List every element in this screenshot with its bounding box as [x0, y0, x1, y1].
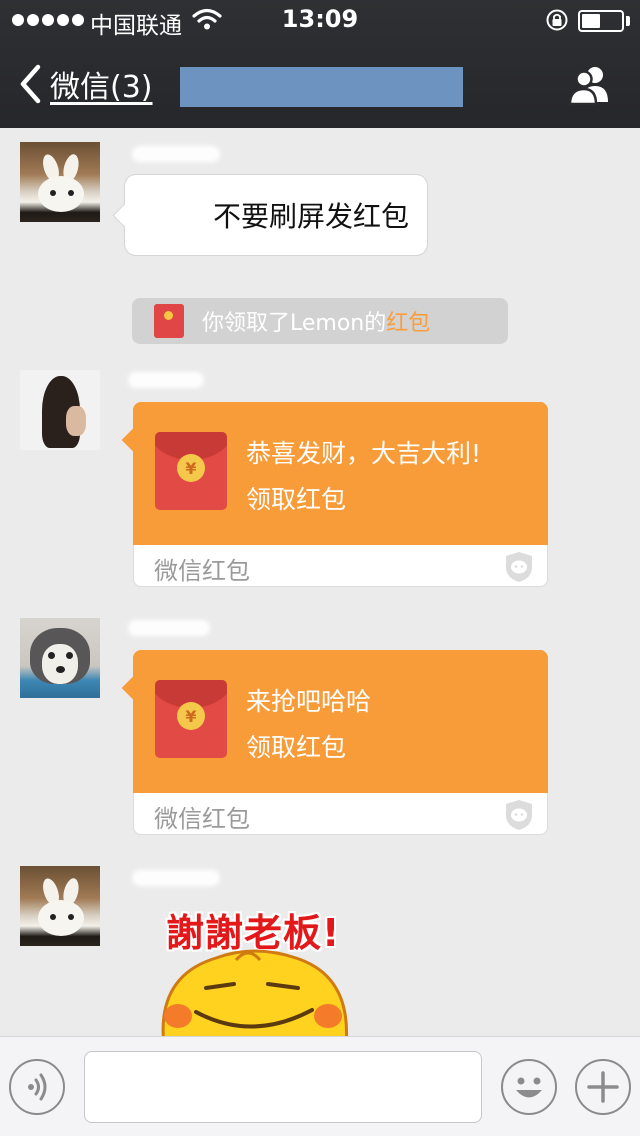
top-bar: 中国联通 13:09 微信(3)	[0, 0, 640, 128]
more-button[interactable]	[575, 1059, 631, 1115]
red-envelope-icon: ¥	[155, 432, 227, 510]
status-time: 13:09	[281, 5, 359, 33]
red-packet-body: ¥ 恭喜发财，大吉大利! 领取红包	[133, 402, 548, 545]
red-envelope-icon: ¥	[155, 680, 227, 758]
red-packet-footer: 微信红包	[133, 545, 548, 587]
battery-icon	[578, 10, 624, 32]
sticker-chick-icon[interactable]	[156, 946, 352, 1046]
red-packet-body: ¥ 来抢吧哈哈 领取红包	[133, 650, 548, 793]
plus-icon	[587, 1071, 619, 1103]
status-bar: 中国联通 13:09	[0, 0, 640, 40]
red-packet-card[interactable]: ¥ 来抢吧哈哈 领取红包 微信红包	[133, 650, 548, 835]
system-notice: 你领取了Lemon的 红包	[132, 298, 508, 344]
packet-action: 领取红包	[246, 485, 347, 514]
red-packet-icon	[154, 304, 184, 338]
voice-icon	[28, 1073, 47, 1101]
sender-name-redacted	[128, 372, 204, 388]
packet-brand: 微信红包	[154, 805, 250, 833]
sender-name-redacted	[128, 620, 210, 636]
emoji-button[interactable]	[501, 1059, 557, 1115]
back-button[interactable]: 微信(3)	[18, 62, 153, 106]
packet-action: 领取红包	[246, 733, 347, 762]
sender-name-redacted	[132, 870, 220, 886]
red-packet-card[interactable]: ¥ 恭喜发财，大吉大利! 领取红包 微信红包	[133, 402, 548, 587]
wechat-shield-icon	[506, 552, 532, 582]
sender-name-redacted	[132, 146, 220, 162]
packet-greeting: 来抢吧哈哈	[246, 687, 372, 716]
message-text: 不要刷屏发红包	[213, 200, 410, 233]
avatar[interactable]	[20, 370, 100, 450]
red-packet-footer: 微信红包	[133, 793, 548, 835]
avatar[interactable]	[20, 142, 100, 222]
chat-title-redacted	[180, 67, 463, 107]
avatar[interactable]	[20, 618, 100, 698]
chevron-left-icon	[20, 64, 41, 104]
input-bar	[0, 1036, 640, 1136]
notice-text: 你领取了Lemon的	[202, 311, 387, 336]
packet-brand: 微信红包	[154, 557, 250, 585]
message-input[interactable]	[84, 1051, 482, 1123]
redacted-mention	[153, 203, 211, 229]
wechat-shield-icon	[506, 800, 532, 830]
group-members-icon[interactable]	[566, 64, 614, 106]
red-packet-link[interactable]: 红包	[386, 305, 430, 337]
text-message-bubble[interactable]: 不要刷屏发红包	[124, 174, 429, 256]
emoji-icon	[516, 1077, 542, 1098]
rotation-lock-icon	[546, 9, 568, 31]
avatar[interactable]	[20, 866, 100, 946]
voice-button[interactable]	[9, 1059, 65, 1115]
battery-tip	[626, 16, 630, 26]
packet-greeting: 恭喜发财，大吉大利!	[246, 439, 482, 468]
back-label: 微信(3)	[50, 70, 153, 105]
